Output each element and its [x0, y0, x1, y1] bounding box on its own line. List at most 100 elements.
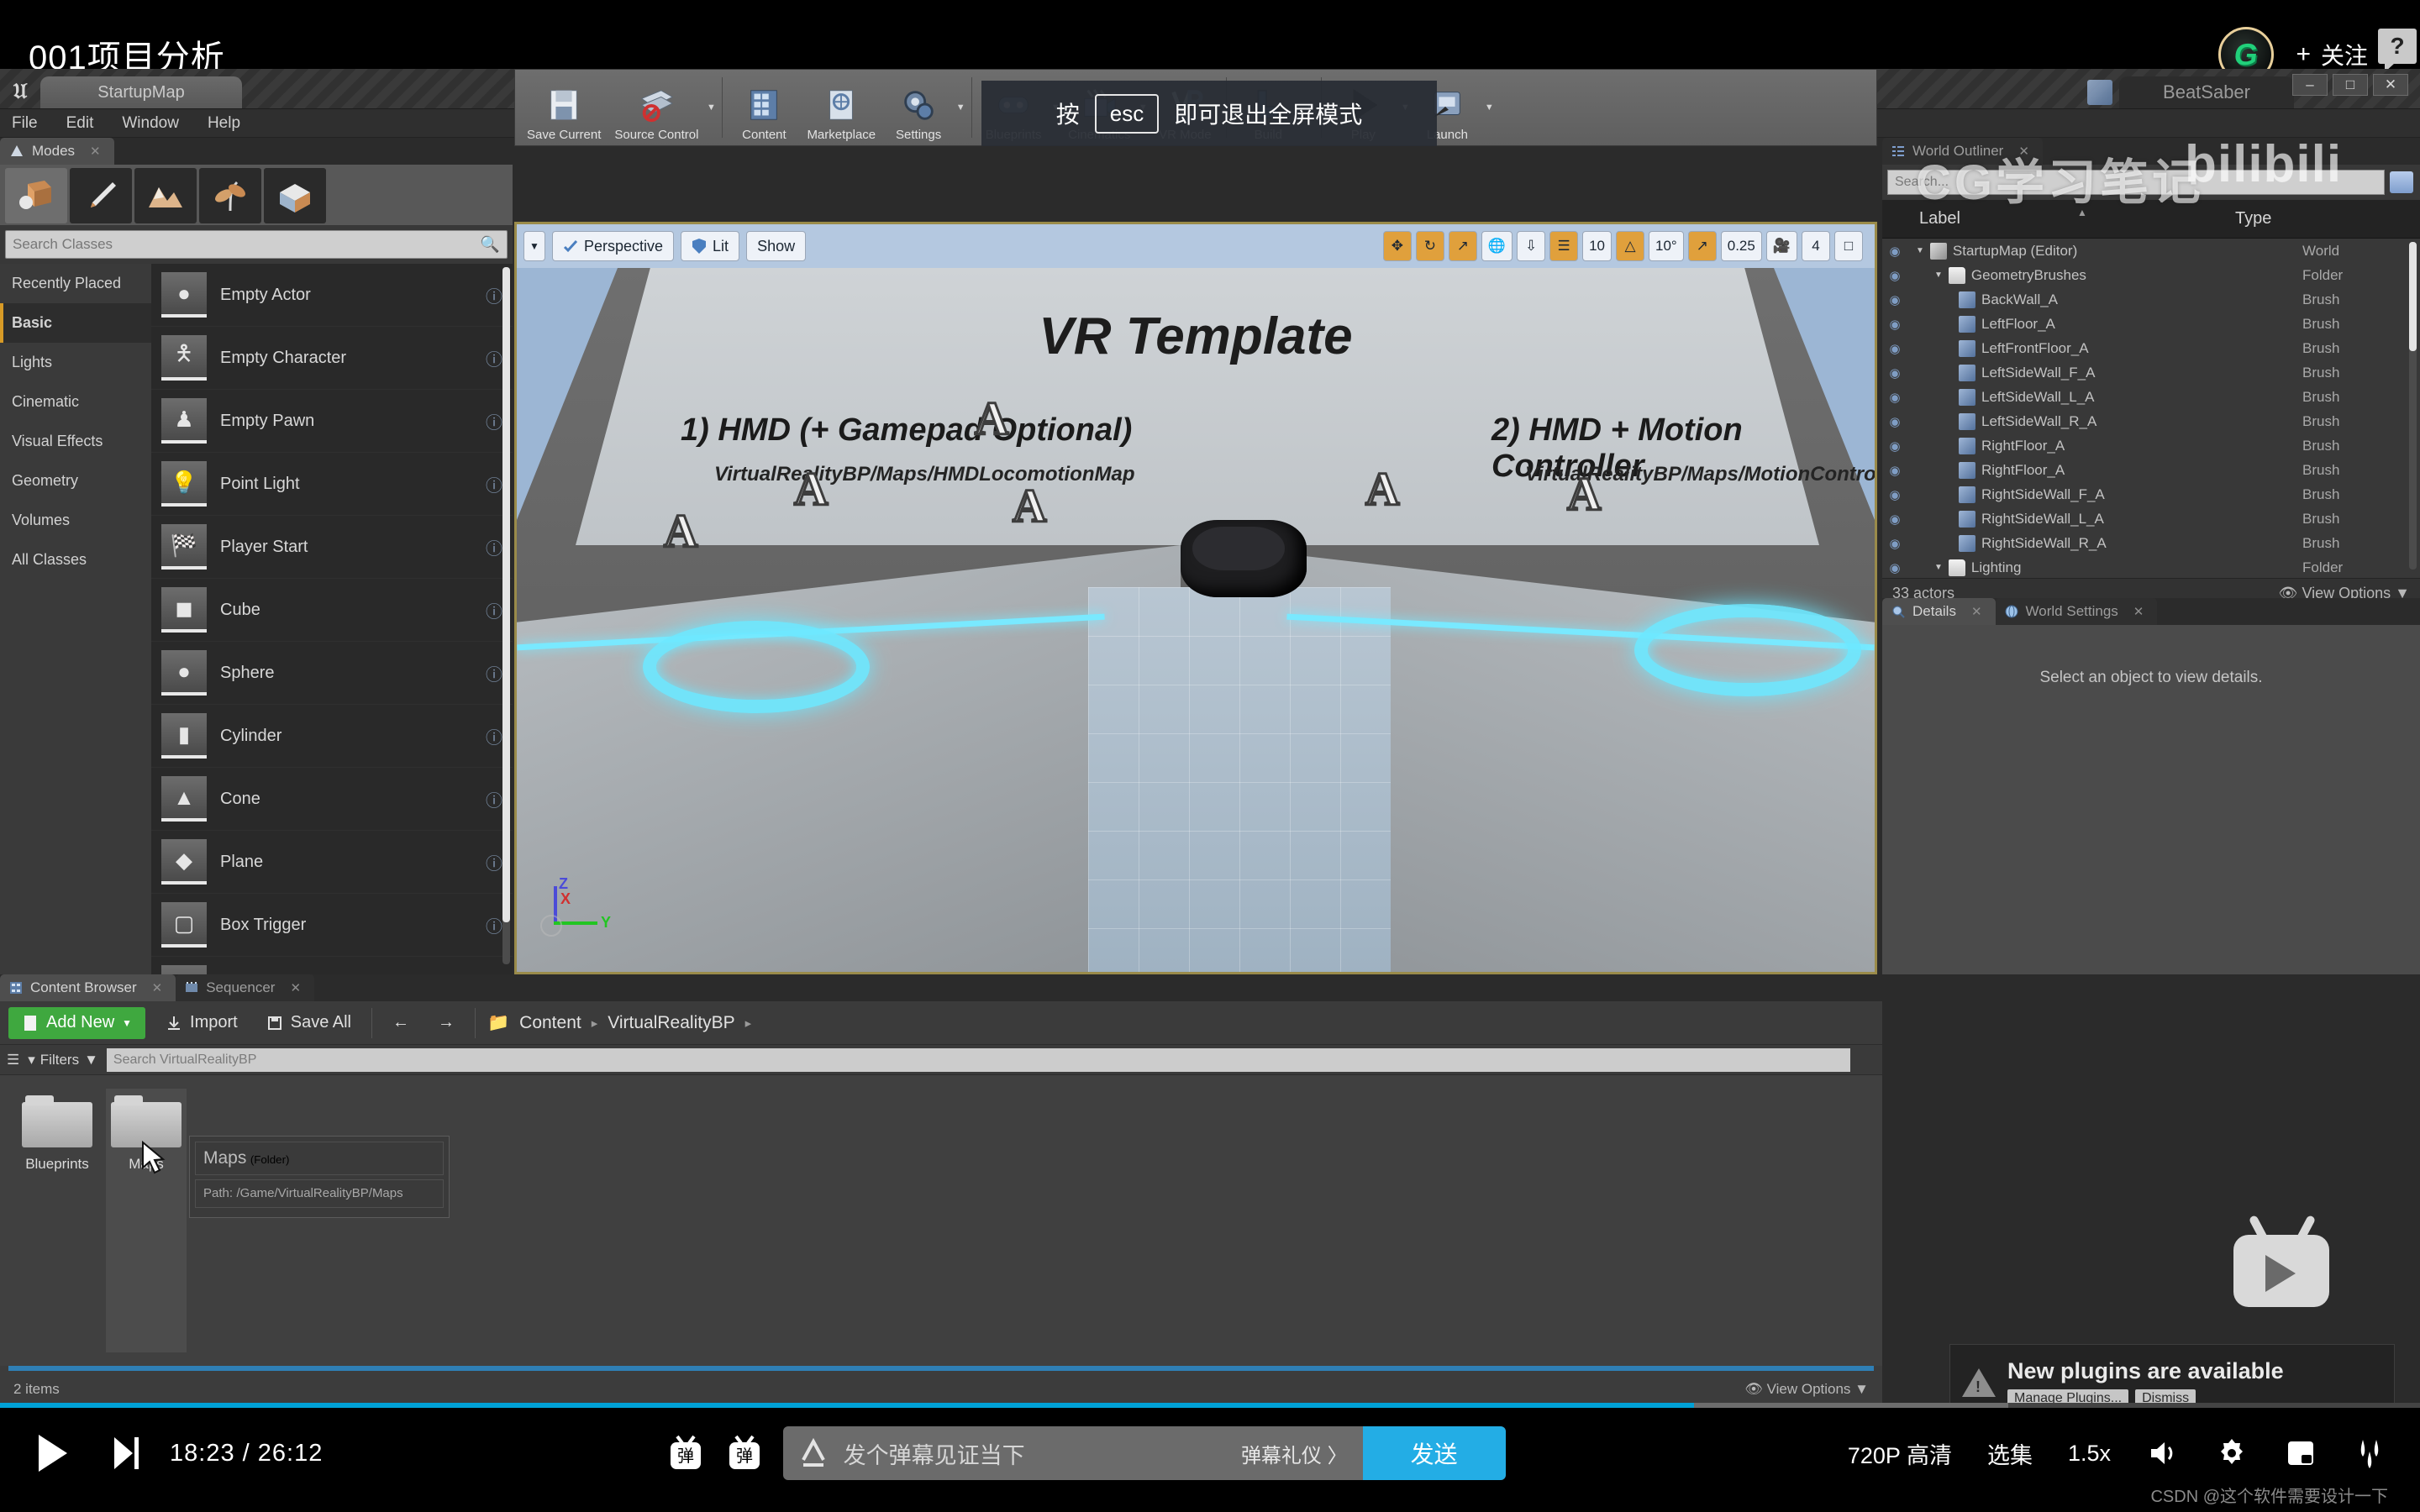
outliner-search-input[interactable]: Search...: [1887, 170, 2385, 195]
close-icon[interactable]: ✕: [1971, 604, 1982, 619]
visibility-toggle-icon[interactable]: ◉: [1882, 292, 1907, 307]
danmaku-input[interactable]: 发个弹幕见证当下 弹幕礼仪 〉 发送: [782, 1426, 1506, 1480]
viewport-perspective-button[interactable]: Perspective: [552, 231, 675, 261]
import-button[interactable]: Import: [157, 1007, 246, 1039]
menu-edit[interactable]: Edit: [66, 114, 94, 133]
outliner-row[interactable]: ◉ RightSideWall_R_A Brush: [1882, 531, 2420, 555]
modes-category-cinematic[interactable]: Cinematic: [0, 382, 151, 422]
close-icon[interactable]: ✕: [2133, 604, 2144, 619]
outliner-row[interactable]: ◉ LeftFloor_A Brush: [1882, 312, 2420, 336]
expander-arrow-icon[interactable]: ▼: [1934, 563, 1943, 572]
help-icon[interactable]: ⓘ: [486, 724, 502, 748]
placeable-item[interactable]: ▢ Box Trigger ⓘ: [151, 894, 513, 957]
quality-selector[interactable]: 720P 高清: [1848, 1437, 1952, 1470]
column-header-type[interactable]: Type: [2235, 209, 2271, 228]
modes-category-volumes[interactable]: Volumes: [0, 501, 151, 540]
toolbar-content[interactable]: Content: [728, 73, 800, 142]
content-view-options[interactable]: 👁 View Options ▼: [1744, 1381, 1869, 1398]
danmaku-style-icon[interactable]: [798, 1436, 829, 1470]
scale-tool-icon[interactable]: ↗: [1448, 231, 1477, 261]
next-episode-icon[interactable]: [111, 1435, 141, 1472]
viewport-options-dropdown[interactable]: ▼: [523, 231, 545, 261]
modes-category-visual-effects[interactable]: Visual Effects: [0, 422, 151, 461]
progress-bar-track[interactable]: [0, 1403, 2420, 1408]
viewport-lit-button[interactable]: Lit: [681, 231, 740, 261]
sources-panel-icon[interactable]: ☰: [7, 1052, 19, 1068]
volume-icon[interactable]: [2146, 1436, 2180, 1470]
content-folder-maps[interactable]: Maps: [106, 1089, 187, 1352]
placeable-item[interactable]: ● Empty Actor ⓘ: [151, 264, 513, 327]
modes-category-basic[interactable]: Basic: [0, 303, 151, 343]
placeable-item[interactable]: ◆ Plane ⓘ: [151, 831, 513, 894]
outliner-row[interactable]: ◉ LeftSideWall_R_A Brush: [1882, 409, 2420, 433]
place-mode-icon[interactable]: [5, 168, 67, 223]
outliner-row[interactable]: ◉ RightSideWall_L_A Brush: [1882, 507, 2420, 531]
toolbar-settings[interactable]: Settings: [882, 73, 955, 142]
outliner-row[interactable]: ◉ BackWall_A Brush: [1882, 287, 2420, 312]
tab-content-browser[interactable]: Content Browser ✕: [0, 974, 176, 1001]
text-actor-marker[interactable]: A: [1011, 480, 1047, 534]
breadcrumb-virtualrealitybp[interactable]: VirtualRealityBP: [608, 1013, 734, 1033]
close-icon[interactable]: ✕: [90, 144, 101, 159]
visibility-toggle-icon[interactable]: ◉: [1882, 463, 1907, 478]
settings-gear-icon[interactable]: [2215, 1436, 2249, 1470]
follow-button[interactable]: + 关注: [2296, 38, 2368, 71]
outliner-row[interactable]: ◉ RightSideWall_F_A Brush: [1882, 482, 2420, 507]
outliner-row[interactable]: ◉ LeftSideWall_L_A Brush: [1882, 385, 2420, 409]
content-folder-blueprints[interactable]: Blueprints: [17, 1089, 97, 1352]
text-actor-marker[interactable]: A: [792, 463, 829, 517]
rotate-tool-icon[interactable]: ↻: [1415, 231, 1444, 261]
outliner-row[interactable]: ◉ ▼ StartupMap (Editor) World: [1882, 239, 2420, 263]
project-tab-beatsaber[interactable]: BeatSaber: [2119, 76, 2294, 108]
visibility-toggle-icon[interactable]: ◉: [1882, 438, 1907, 454]
outliner-scrollbar[interactable]: [2409, 242, 2417, 570]
close-icon[interactable]: ✕: [152, 980, 163, 995]
breadcrumb-content[interactable]: Content: [519, 1013, 581, 1033]
toolbar-save-current[interactable]: Save Current: [520, 73, 608, 142]
outliner-row[interactable]: ◉ RightFloor_A Brush: [1882, 433, 2420, 458]
placeable-item[interactable]: ▮ Cylinder ⓘ: [151, 705, 513, 768]
outliner-row[interactable]: ◉ LeftFrontFloor_A Brush: [1882, 336, 2420, 360]
episode-list-button[interactable]: 选集: [1987, 1437, 2033, 1470]
fullscreen-icon[interactable]: [2353, 1436, 2386, 1470]
playback-speed-button[interactable]: 1.5x: [2068, 1441, 2111, 1467]
visibility-toggle-icon[interactable]: ◉: [1882, 414, 1907, 429]
hmd-headset-actor[interactable]: [1181, 520, 1307, 597]
placeable-item[interactable]: 🏁 Player Start ⓘ: [151, 516, 513, 579]
visibility-toggle-icon[interactable]: ◉: [1882, 560, 1907, 575]
toolbar-marketplace[interactable]: Marketplace: [800, 73, 882, 142]
viewport-help-icon[interactable]: [540, 915, 562, 937]
search-classes-input[interactable]: Search Classes 🔍: [5, 230, 508, 259]
translate-tool-icon[interactable]: ✥: [1382, 231, 1412, 261]
viewport-show-button[interactable]: Show: [746, 231, 807, 261]
maximize-viewport-icon[interactable]: □: [1834, 231, 1863, 261]
toolbar-source-control[interactable]: Source Control: [608, 73, 705, 142]
modes-category-recently-placed[interactable]: Recently Placed: [0, 264, 151, 303]
settings-dropdown-arrow[interactable]: ▼: [955, 73, 966, 142]
level-viewport[interactable]: ▼ Perspective Lit Show ✥ ↻ ↗ 🌐 ⇩ ☰ 10 △ …: [514, 222, 1877, 974]
content-browser-grid[interactable]: Blueprints Maps Maps (Folder) Path: /Gam…: [0, 1075, 1882, 1366]
tab-world-outliner[interactable]: World Outliner ✕: [1882, 138, 2043, 165]
play-icon[interactable]: [34, 1432, 71, 1474]
modes-category-geometry[interactable]: Geometry: [0, 461, 151, 501]
danmaku-etiquette-link[interactable]: 弹幕礼仪 〉: [1241, 1439, 1348, 1468]
close-icon[interactable]: ✕: [290, 980, 301, 995]
maximize-icon[interactable]: □: [2333, 74, 2368, 96]
help-icon[interactable]: ⓘ: [486, 535, 502, 559]
help-icon[interactable]: ⓘ: [486, 346, 502, 370]
scale-snap-value[interactable]: 0.25: [1720, 231, 1762, 261]
add-new-button[interactable]: Add New ▼: [8, 1006, 146, 1039]
world-space-toggle-icon[interactable]: 🌐: [1481, 231, 1513, 261]
visibility-toggle-icon[interactable]: ◉: [1882, 268, 1907, 283]
foliage-mode-icon[interactable]: [199, 168, 261, 223]
outliner-row[interactable]: ◉ ▼ GeometryBrushes Folder: [1882, 263, 2420, 287]
add-actor-icon[interactable]: [2390, 171, 2413, 193]
landscape-mode-icon[interactable]: [134, 168, 197, 223]
visibility-toggle-icon[interactable]: ◉: [1882, 536, 1907, 551]
visibility-toggle-icon[interactable]: ◉: [1882, 487, 1907, 502]
send-button[interactable]: 发送: [1362, 1426, 1506, 1480]
help-icon[interactable]: ⓘ: [486, 598, 502, 622]
filters-button[interactable]: ▾ Filters ▼: [28, 1052, 98, 1068]
danmaku-toggle-icon[interactable]: 弹: [666, 1433, 706, 1473]
visibility-toggle-icon[interactable]: ◉: [1882, 341, 1907, 356]
